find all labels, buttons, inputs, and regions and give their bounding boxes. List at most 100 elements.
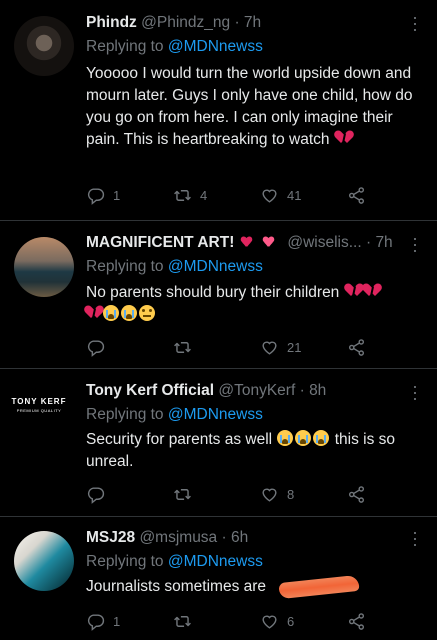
- tweet-4[interactable]: MSJ28 @msjmusa · 6h · · · Replying to @MDN…: [0, 517, 437, 640]
- hearts-emoji: [239, 234, 257, 248]
- dot-separator: ·: [221, 529, 227, 546]
- more-icon[interactable]: · · ·: [408, 8, 422, 38]
- like-icon: [260, 485, 279, 504]
- like-icon: [260, 612, 279, 631]
- share-icon: [347, 612, 366, 631]
- tweet-header: Tony Kerf Official @TonyKerf · 8h: [86, 380, 326, 402]
- retweet-button[interactable]: [173, 609, 200, 633]
- replying-to: Replying to @MDNnewss: [86, 551, 263, 573]
- eye-roll-emoji: [139, 305, 155, 321]
- share-icon: [347, 186, 366, 205]
- tweet-actions: 1 6: [86, 609, 386, 633]
- tweet-2[interactable]: MAGNIFICENT ART! @wiselis... · 7h · · · Re…: [0, 221, 437, 368]
- retweet-icon: [173, 186, 192, 205]
- retweet-button[interactable]: [173, 335, 200, 359]
- crying-face-emoji: [295, 430, 312, 446]
- tweet-actions: 1 4 41: [86, 183, 386, 207]
- tweet-header: MSJ28 @msjmusa · 6h: [86, 527, 248, 549]
- timestamp[interactable]: 7h: [375, 234, 392, 251]
- more-icon[interactable]: · · ·: [408, 229, 422, 259]
- tweet-text: Yooooo I would turn the world upside dow…: [86, 63, 426, 151]
- reply-button[interactable]: [86, 482, 113, 506]
- author-handle[interactable]: @wiselis...: [287, 234, 361, 251]
- replying-prefix: Replying to: [86, 553, 168, 570]
- reply-button[interactable]: 1: [86, 609, 120, 633]
- author-name[interactable]: MSJ28: [86, 529, 135, 546]
- retweet-count: 4: [200, 187, 208, 203]
- hearts-emoji: [261, 234, 279, 248]
- broken-heart-emoji: [82, 303, 106, 320]
- tweet-actions: 21: [86, 335, 386, 359]
- like-count: 8: [287, 486, 295, 502]
- like-count: 6: [287, 613, 295, 629]
- broken-heart-emoji: [342, 281, 366, 298]
- dot-separator: ·: [365, 234, 372, 251]
- replying-handle[interactable]: @MDNnewss: [168, 553, 263, 570]
- replying-to: Replying to @MDNnewss: [86, 256, 263, 278]
- more-icon[interactable]: · · ·: [408, 523, 422, 553]
- avatar[interactable]: TONY KERF PREMIUM QUALITY: [4, 397, 74, 413]
- reply-icon: [86, 485, 105, 504]
- author-handle[interactable]: @msjmusa: [139, 529, 217, 546]
- tweet-text: No parents should bury their children: [82, 281, 426, 326]
- timestamp[interactable]: 8h: [309, 382, 326, 399]
- tweet-actions: 8: [86, 482, 386, 506]
- reply-icon: [86, 612, 105, 631]
- share-icon: [347, 338, 366, 357]
- share-button[interactable]: [347, 482, 366, 506]
- like-count: 21: [287, 339, 302, 355]
- tweet-text-content: Journalists sometimes are: [86, 578, 267, 595]
- share-button[interactable]: [347, 609, 366, 633]
- replying-prefix: Replying to: [86, 406, 168, 423]
- share-button[interactable]: [347, 183, 366, 207]
- avatar[interactable]: [14, 237, 74, 297]
- tweet-text-content: Security for parents as well: [86, 431, 273, 448]
- like-button[interactable]: 41: [260, 183, 301, 207]
- author-name[interactable]: Tony Kerf Official: [86, 382, 214, 399]
- like-button[interactable]: 21: [260, 335, 301, 359]
- avatar[interactable]: [14, 16, 74, 76]
- replying-prefix: Replying to: [86, 38, 168, 55]
- timestamp[interactable]: 7h: [244, 14, 261, 31]
- author-name[interactable]: MAGNIFICENT ART!: [86, 234, 234, 251]
- avatar[interactable]: [14, 531, 74, 591]
- crying-face-emoji: [277, 430, 294, 446]
- reply-button[interactable]: [86, 335, 113, 359]
- tweet-header: MAGNIFICENT ART! @wiselis... · 7h: [86, 232, 393, 254]
- avatar-logo-subtext: PREMIUM QUALITY: [16, 408, 62, 413]
- reply-icon: [86, 338, 105, 357]
- retweet-icon: [173, 338, 192, 357]
- tweet-text-content: No parents should bury their children: [86, 284, 340, 301]
- dot-separator: ·: [299, 382, 305, 399]
- replying-prefix: Replying to: [86, 258, 168, 275]
- retweet-button[interactable]: [173, 482, 200, 506]
- tweet-1[interactable]: Phindz @Phindz_ng · 7h · · · Replying to @…: [0, 0, 437, 220]
- share-button[interactable]: [347, 335, 366, 359]
- tweet-text: Journalists sometimes are: [86, 576, 426, 598]
- replying-handle[interactable]: @MDNnewss: [168, 406, 263, 423]
- like-button[interactable]: 6: [260, 609, 294, 633]
- more-icon[interactable]: · · ·: [408, 377, 422, 407]
- tweet-3[interactable]: TONY KERF PREMIUM QUALITY Tony Kerf Offi…: [0, 369, 437, 516]
- avatar-logo-text: TONY KERF: [11, 397, 67, 406]
- replying-to: Replying to @MDNnewss: [86, 404, 263, 426]
- tweet-header: Phindz @Phindz_ng · 7h: [86, 12, 261, 34]
- crying-face-emoji: [313, 430, 330, 446]
- retweet-button[interactable]: 4: [173, 183, 207, 207]
- replying-handle[interactable]: @MDNnewss: [168, 38, 263, 55]
- author-handle[interactable]: @TonyKerf: [218, 382, 295, 399]
- replying-to: Replying to @MDNnewss: [86, 36, 263, 58]
- tweet-text: Security for parents as well this is so …: [86, 429, 426, 473]
- timestamp[interactable]: 6h: [231, 529, 248, 546]
- like-count: 41: [287, 187, 302, 203]
- author-handle[interactable]: @Phindz_ng: [141, 14, 230, 31]
- like-button[interactable]: 8: [260, 482, 294, 506]
- reply-count: 1: [113, 187, 121, 203]
- broken-heart-emoji: [332, 128, 356, 145]
- reply-button[interactable]: 1: [86, 183, 120, 207]
- replying-handle[interactable]: @MDNnewss: [168, 258, 263, 275]
- author-name[interactable]: Phindz: [86, 14, 137, 31]
- like-icon: [260, 186, 279, 205]
- share-icon: [347, 485, 366, 504]
- crying-face-emoji: [103, 305, 119, 321]
